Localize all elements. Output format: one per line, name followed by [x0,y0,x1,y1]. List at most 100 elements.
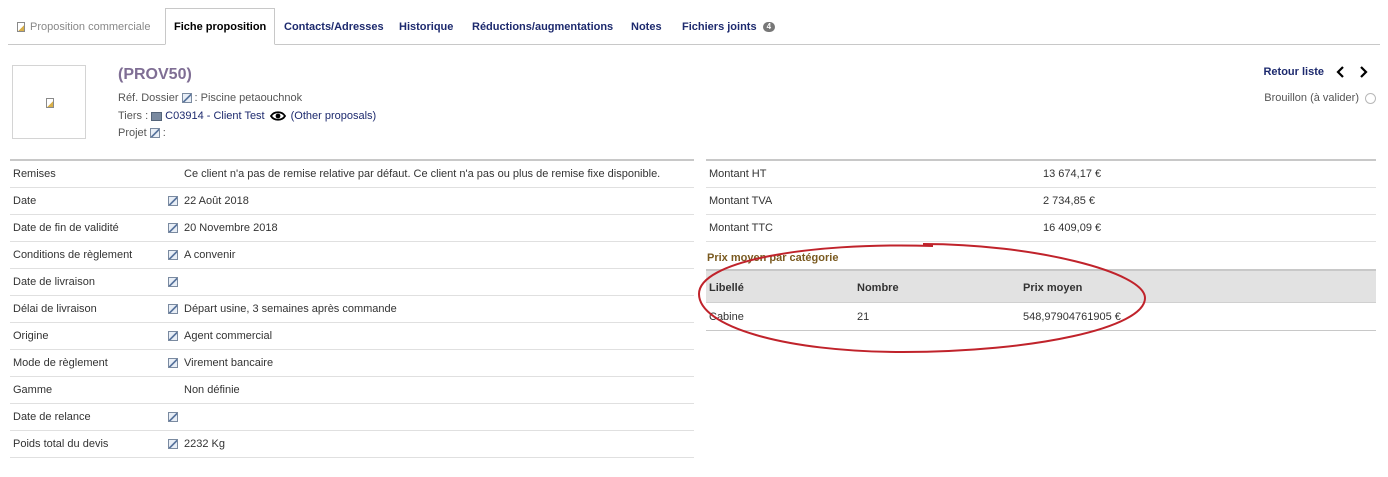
field-label: Date de livraison [13,276,95,288]
table-row: Cabine 21 548,97904761905 € [706,303,1376,331]
amount-label: Montant TVA [709,195,773,207]
tab-bar: Proposition commerciale Fiche propositio… [0,0,1388,46]
field-value-text: Départ usine, 3 semaines après commande [184,303,397,315]
amount-row-tva: Montant TVA 2 734,85 € [706,188,1376,215]
tab-proposition-commerciale[interactable]: Proposition commerciale [17,20,150,34]
document-thumbnail[interactable] [12,65,86,139]
tab-label: Historique [399,21,454,33]
field-label: Date [13,195,37,207]
ref-dossier-value: : Piscine petaouchnok [194,92,303,104]
tab-label: Réductions/augmentations [472,21,614,33]
ref-dossier-label: Réf. Dossier [118,92,179,104]
field-label: Origine [13,330,49,342]
field-value-text: 22 Août 2018 [184,195,249,207]
field-value [168,412,184,422]
edit-icon[interactable] [168,331,178,341]
tab-reductions-augmentations[interactable]: Réductions/augmentations [472,20,613,34]
field-label: Remises [13,168,56,180]
amount-value: 2 734,85 € [1043,195,1095,207]
edit-icon[interactable] [168,304,178,314]
edit-icon[interactable] [168,358,178,368]
price-by-category-table: Libellé Nombre Prix moyen Cabine 21 548,… [706,269,1376,331]
cell-nombre: 21 [857,311,870,323]
chevron-left-icon[interactable] [1336,66,1346,78]
edit-icon[interactable] [181,93,192,103]
amount-row-ttc: Montant TTC 16 409,09 € [706,215,1376,242]
status-label: Brouillon (à valider) [1264,92,1359,104]
field-value-text: 20 Novembre 2018 [184,222,278,234]
field-value: 20 Novembre 2018 [168,222,278,234]
edit-icon[interactable] [149,128,160,138]
field-label: Délai de livraison [13,303,97,315]
tab-label: Fiche proposition [174,21,267,33]
field-label: Conditions de règlement [13,249,133,261]
edit-icon[interactable] [168,277,178,287]
edit-icon[interactable] [168,439,178,449]
tiers-line: Tiers : C03914 - Client Test (Other prop… [118,110,376,122]
tab-label: Proposition commerciale [30,21,151,33]
field-value-text: A convenir [184,249,236,261]
edit-icon[interactable] [168,412,178,422]
field-value: A convenir [168,249,235,261]
field-row-date-livraison: Date de livraison [10,269,694,296]
field-value: Départ usine, 3 semaines après commande [168,303,397,315]
tiers-label: Tiers : [118,110,149,122]
tab-fiche-proposition[interactable]: Fiche proposition [165,8,276,45]
field-row-poids-total: Poids total du devis 2232 Kg [10,431,694,458]
back-to-list-link[interactable]: Retour liste [1263,66,1324,78]
field-value-text: Virement bancaire [184,357,274,369]
status-indicator: Brouillon (à valider) [1264,92,1376,104]
amount-label: Montant HT [709,168,767,180]
section-title-prix-moyen: Prix moyen par catégorie [707,252,839,264]
field-row-date-relance: Date de relance [10,404,694,431]
edit-icon[interactable] [168,250,178,260]
edit-icon[interactable] [168,223,178,233]
field-row-gamme: Gamme Non définie [10,377,694,404]
projet-value: : [162,127,166,139]
count-badge: 4 [762,22,776,33]
tab-label: Notes [631,21,662,33]
field-value [168,277,184,287]
field-label: Date de relance [13,411,91,423]
field-row-mode-reglement: Mode de règlement Virement bancaire [10,350,694,377]
edit-icon[interactable] [168,196,178,206]
projet-line: Projet : [118,127,166,139]
cell-prix-moyen: 548,97904761905 € [1023,311,1121,323]
status-circle-icon [1365,92,1376,104]
field-value: Non définie [168,384,240,396]
table-header: Libellé Nombre Prix moyen [706,269,1376,303]
document-icon [17,22,25,32]
field-value: Virement bancaire [168,357,273,369]
field-value: 22 Août 2018 [168,195,249,207]
tab-label: Contacts/Adresses [284,21,384,33]
tab-historique[interactable]: Historique [399,20,453,34]
field-value-text: Ce client n'a pas de remise relative par… [184,168,661,180]
field-row-origine: Origine Agent commercial [10,323,694,350]
eye-icon[interactable] [269,110,286,122]
tab-fichiers-joints[interactable]: Fichiers joints 4 [682,20,776,34]
chevron-right-icon[interactable] [1358,66,1368,78]
field-label: Date de fin de validité [13,222,119,234]
tiers-link[interactable]: C03914 - Client Test [165,110,264,122]
amount-label: Montant TTC [709,222,773,234]
projet-label: Projet [118,127,147,139]
tab-notes[interactable]: Notes [631,20,662,34]
column-header-nombre: Nombre [857,282,899,294]
list-navigation: Retour liste [1263,66,1368,78]
company-icon [151,111,163,121]
field-value: Ce client n'a pas de remise relative par… [168,168,660,180]
cell-libelle: Cabine [709,311,744,323]
tab-contacts-adresses[interactable]: Contacts/Adresses [284,20,384,34]
amount-row-ht: Montant HT 13 674,17 € [706,161,1376,188]
document-icon [46,98,54,108]
field-label: Mode de règlement [13,357,108,369]
amount-value: 16 409,09 € [1043,222,1102,234]
field-row-date-fin-validite: Date de fin de validité 20 Novembre 2018 [10,215,694,242]
field-row-conditions-reglement: Conditions de règlement A convenir [10,242,694,269]
field-label: Gamme [13,384,53,396]
field-value-text: Agent commercial [184,330,273,342]
ref-dossier-line: Réf. Dossier : Piscine petaouchnok [118,92,302,104]
other-proposals-link[interactable]: (Other proposals) [291,110,377,122]
page-title: (PROV50) [118,66,192,83]
tab-label: Fichiers joints [682,21,757,33]
